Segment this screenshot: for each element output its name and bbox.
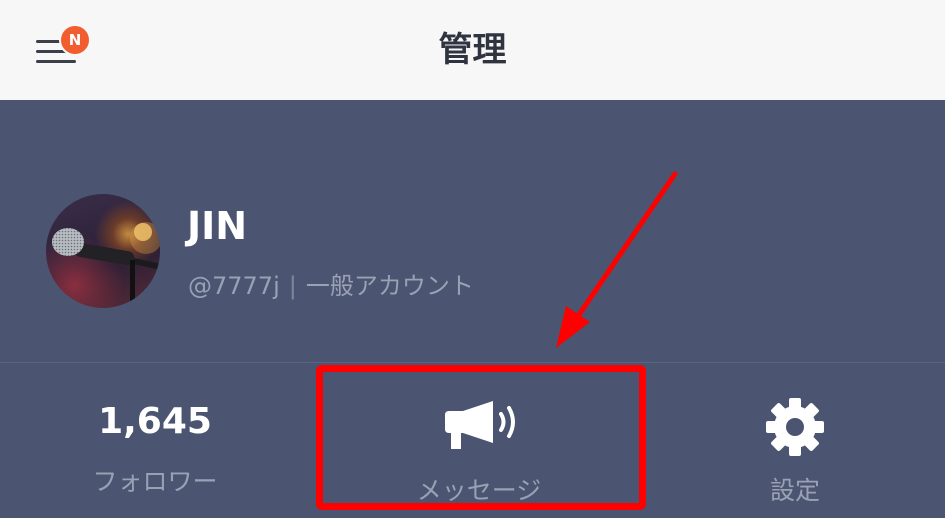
microphone-photo [52, 222, 160, 308]
top-navigation-bar: N 管理 [0, 0, 945, 100]
gear-icon [766, 398, 824, 456]
handle-separator: | [288, 272, 297, 300]
page-title: 管理 [438, 30, 507, 70]
account-type: 一般アカウント [305, 272, 474, 300]
avatar[interactable] [46, 194, 160, 308]
settings-button[interactable]: 設定 [700, 363, 890, 518]
followers-label: フォロワー [92, 467, 218, 496]
settings-label: 設定 [769, 476, 820, 505]
profile-handle: @7777j [188, 272, 280, 300]
profile-section: JIN @7777j | 一般アカウント [0, 100, 945, 362]
profile-name: JIN [187, 204, 248, 248]
stats-bar: 1,645 フォロワー メッセージ 設定 [0, 363, 945, 518]
followers-button[interactable]: 1,645 フォロワー [60, 363, 250, 518]
megaphone-icon [445, 401, 515, 449]
message-button[interactable]: メッセージ [320, 363, 638, 518]
profile-subtitle: @7777j | 一般アカウント [188, 266, 474, 301]
message-label: メッセージ [416, 476, 542, 505]
followers-count: 1,645 [98, 401, 212, 442]
